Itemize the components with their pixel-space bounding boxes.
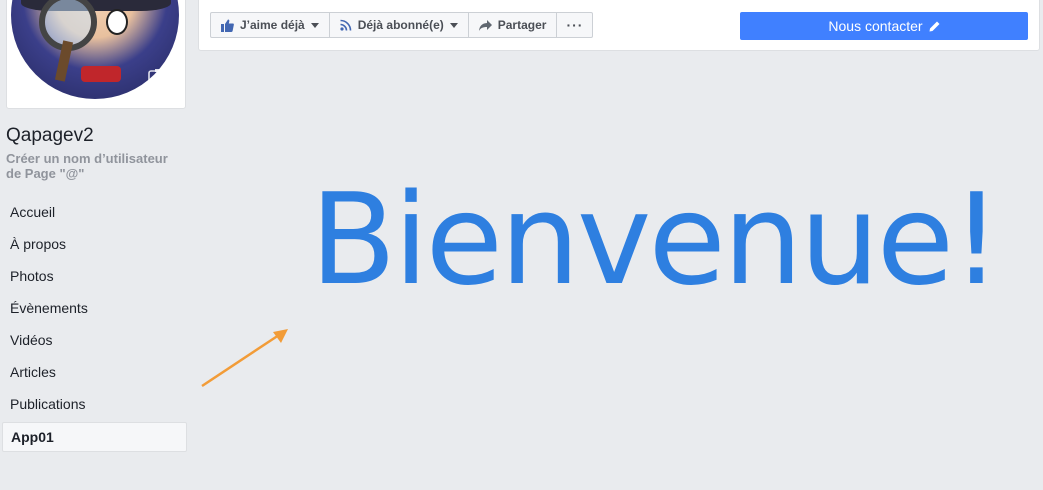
page-nav: Accueil À propos Photos Évènements Vidéo… [2, 197, 187, 452]
annotation-arrow-icon [201, 329, 288, 388]
contact-us-button[interactable]: Nous contacter [740, 12, 1028, 40]
chevron-down-icon [310, 22, 319, 28]
more-options-button[interactable]: ··· [556, 12, 594, 38]
page-action-bar: J’aime déjà Déjà abonné(e) Partager ··· … [198, 0, 1040, 51]
pencil-icon [929, 21, 940, 31]
share-button[interactable]: Partager [467, 12, 558, 38]
thumbs-up-icon [221, 19, 234, 32]
share-button-label: Partager [497, 18, 547, 32]
nav-item-photos[interactable]: Photos [2, 261, 187, 293]
create-username-link[interactable]: Créer un nom d’utilisateur de Page "@" [6, 151, 186, 181]
follow-button[interactable]: Déjà abonné(e) [328, 12, 469, 38]
nav-item-articles[interactable]: Articles [2, 357, 187, 389]
nav-item-publications[interactable]: Publications [2, 389, 187, 421]
nav-item-app01[interactable]: App01 [2, 422, 187, 452]
nav-item-videos[interactable]: Vidéos [2, 325, 187, 357]
welcome-heading: Bienvenue! [310, 166, 1002, 313]
camera-icon[interactable] [148, 68, 170, 84]
chevron-down-icon [449, 22, 458, 28]
page-title[interactable]: Qapagev2 [6, 125, 94, 147]
nav-item-a-propos[interactable]: À propos [2, 229, 187, 261]
follow-button-label: Déjà abonné(e) [357, 18, 444, 32]
contact-us-label: Nous contacter [828, 18, 923, 34]
like-button[interactable]: J’aime déjà [210, 12, 330, 38]
share-arrow-icon [478, 19, 492, 31]
nav-item-accueil[interactable]: Accueil [2, 197, 187, 229]
action-button-group: J’aime déjà Déjà abonné(e) Partager ··· [210, 12, 594, 38]
rss-icon [340, 19, 352, 31]
profile-picture[interactable] [11, 0, 179, 99]
like-button-label: J’aime déjà [240, 18, 305, 32]
profile-picture-frame[interactable] [6, 0, 186, 109]
nav-item-evenements[interactable]: Évènements [2, 293, 187, 325]
